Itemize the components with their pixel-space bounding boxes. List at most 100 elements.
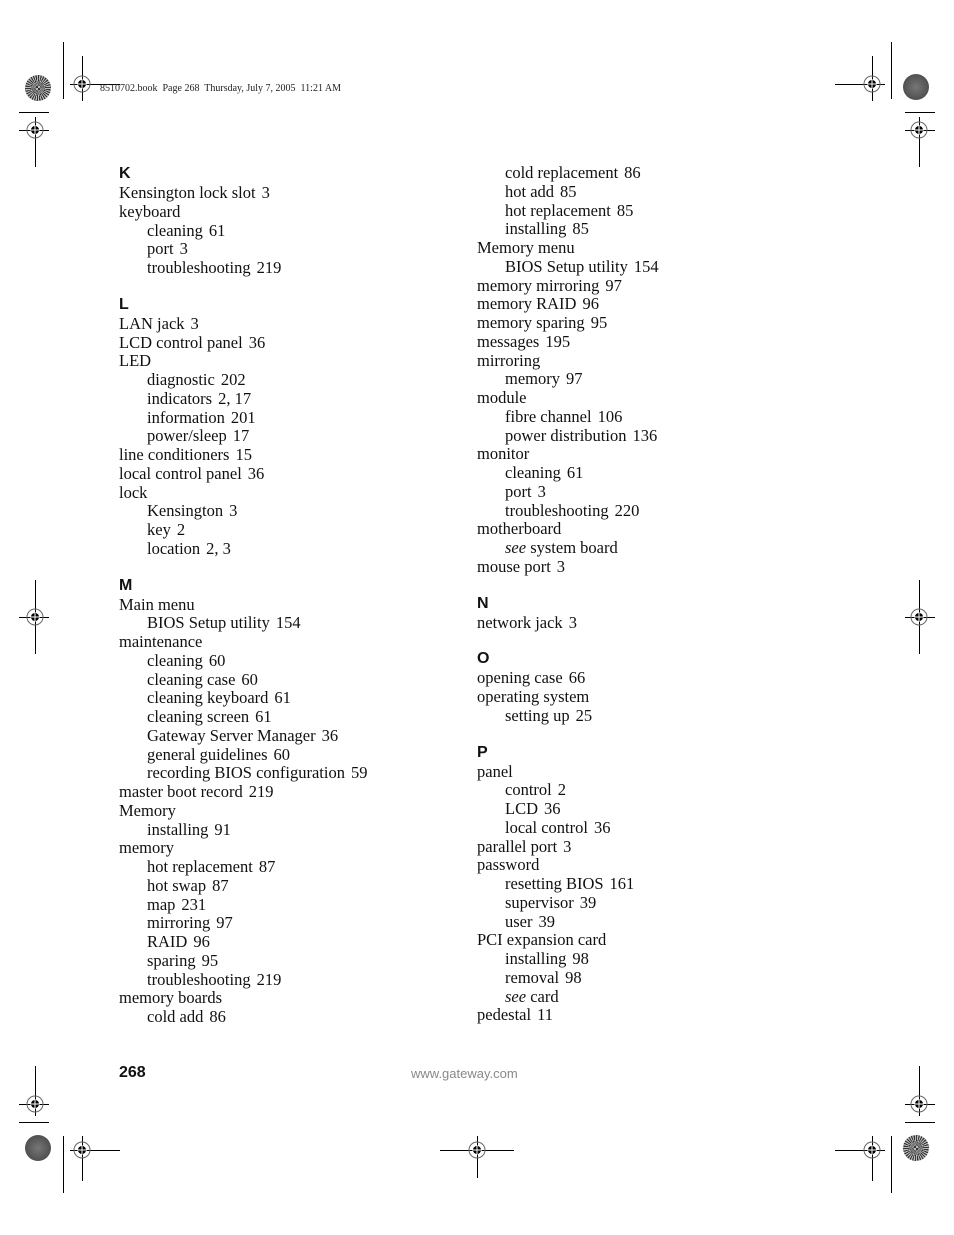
registration-target-icon (863, 75, 881, 93)
registration-target-icon (73, 75, 91, 93)
entry-term: indicators (147, 388, 213, 408)
index-entry: memory (119, 838, 449, 858)
entry-term: opening case (477, 668, 563, 688)
entry-term: control (505, 780, 552, 800)
index-subentry: user 39 (477, 911, 807, 932)
entry-term: Memory menu (477, 238, 575, 257)
entry-term: power/sleep (147, 426, 227, 446)
crop-line (19, 1122, 49, 1123)
entry-term: port (505, 481, 532, 501)
index-subentry: Gateway Server Manager 36 (119, 726, 449, 746)
entry-page-ref: 161 (609, 874, 635, 893)
entry-term: PCI expansion card (477, 930, 607, 950)
entry-term: Kensington (147, 501, 224, 521)
entry-page-ref: 3 (261, 183, 270, 202)
entry-page-ref: 97 (566, 369, 583, 389)
print-slug: 8510702.book Page 268 Thursday, July 7, … (100, 83, 342, 94)
entry-page-ref: 3 (229, 501, 238, 521)
entry-term: sparing (147, 950, 196, 970)
entry-page-ref: 2, 17 (218, 388, 252, 408)
entry-page-ref: 97 (605, 275, 622, 295)
entry-term: recording BIOS configuration (147, 763, 345, 783)
index-subentry: installing 85 (477, 219, 807, 239)
entry-page-ref: 154 (275, 613, 301, 633)
entry-term: card (530, 986, 559, 1006)
entry-term: motherboard (477, 519, 562, 539)
index-subentry: control 2 (477, 780, 807, 800)
entry-page-ref: 59 (350, 763, 368, 783)
index-subentry: information 201 (119, 407, 449, 428)
entry-page-ref: 98 (572, 949, 589, 968)
index-entry: mouse port 3 (477, 557, 807, 577)
entry-page-ref: 2 (176, 520, 186, 539)
entry-term: Kensington lock slot (119, 183, 256, 202)
entry-term: hot replacement (147, 857, 253, 876)
entry-page-ref: 201 (230, 407, 256, 427)
index-subentry: key 2 (119, 520, 449, 540)
entry-term: port (147, 239, 174, 259)
index-subentry: hot swap 87 (119, 875, 449, 896)
registration-target-icon (26, 1095, 44, 1113)
index-entry: mirroring (477, 350, 807, 371)
entry-page-ref: 36 (593, 817, 611, 837)
entry-term: key (147, 520, 171, 539)
registration-target-icon (863, 1141, 881, 1159)
entry-page-ref: 219 (256, 258, 282, 277)
entry-term: troubleshooting (147, 258, 251, 277)
index-subentry: recording BIOS configuration 59 (119, 763, 449, 783)
entry-term: cleaning (147, 650, 203, 670)
index-entry: motherboard (477, 519, 807, 539)
entry-page-ref: 85 (616, 200, 634, 220)
entry-term: module (477, 388, 527, 407)
entry-page-ref: 85 (572, 219, 589, 239)
index-subentry: installing 98 (477, 949, 807, 969)
index-subentry: BIOS Setup utility 154 (119, 613, 449, 633)
entry-term: general guidelines (147, 744, 268, 764)
index-subentry: location 2, 3 (119, 538, 449, 559)
entry-page-ref: 39 (538, 911, 556, 931)
entry-page-ref: 60 (241, 669, 258, 689)
entry-term: hot swap (147, 875, 207, 895)
index-subentry: indicators 2, 17 (119, 388, 449, 409)
entry-term: LED (119, 351, 152, 371)
entry-term: messages (477, 331, 540, 351)
index-column-right: cold replacement 86 hot add 85 hot replaceme… (477, 163, 807, 1025)
index-subentry: BIOS Setup utility 154 (477, 256, 807, 277)
entry-page-ref: 87 (212, 875, 229, 895)
entry-term: BIOS Setup utility (505, 256, 628, 276)
index-entry: messages 195 (477, 331, 807, 352)
registration-disc-icon (903, 74, 929, 100)
index-subentry: cleaning screen 61 (119, 707, 449, 727)
entry-term: installing (147, 819, 209, 839)
entry-page-ref: 86 (209, 1007, 226, 1026)
entry-page-ref: 87 (258, 857, 276, 876)
entry-term: mirroring (147, 913, 211, 933)
registration-target-icon (26, 608, 44, 626)
entry-page-ref: 66 (568, 668, 586, 688)
entry-page-ref: 95 (201, 950, 219, 970)
entry-page-ref: 2, 3 (206, 538, 231, 558)
index-entry: module (477, 388, 807, 408)
entry-term: memory mirroring (477, 275, 600, 295)
entry-page-ref: 36 (248, 332, 266, 352)
index-column-left: K Kensington lock slot 3 keyboard cleaning 61… (119, 164, 449, 1027)
see-reference-label: see (505, 538, 527, 557)
index-letter-heading: K (119, 165, 131, 182)
index-entry: memory RAID 96 (477, 294, 807, 314)
index-subentry: map 231 (119, 895, 449, 915)
entry-page-ref: 3 (190, 313, 199, 333)
index-entry: memory mirroring 97 (477, 275, 807, 296)
entry-page-ref: 17 (232, 426, 250, 446)
entry-term: troubleshooting (505, 500, 609, 520)
entry-page-ref: 61 (255, 707, 272, 726)
entry-term: LAN jack (119, 313, 185, 333)
entry-term: local control panel (119, 463, 242, 483)
crop-line (905, 1122, 935, 1123)
index-subentry: hot replacement 85 (477, 200, 807, 221)
entry-page-ref: 61 (274, 688, 291, 708)
entry-page-ref: 96 (193, 932, 210, 951)
index-entry: maintenance (119, 632, 449, 652)
entry-page-ref: 25 (575, 705, 593, 725)
entry-term: mirroring (477, 350, 541, 370)
entry-term: memory sparing (477, 313, 585, 332)
